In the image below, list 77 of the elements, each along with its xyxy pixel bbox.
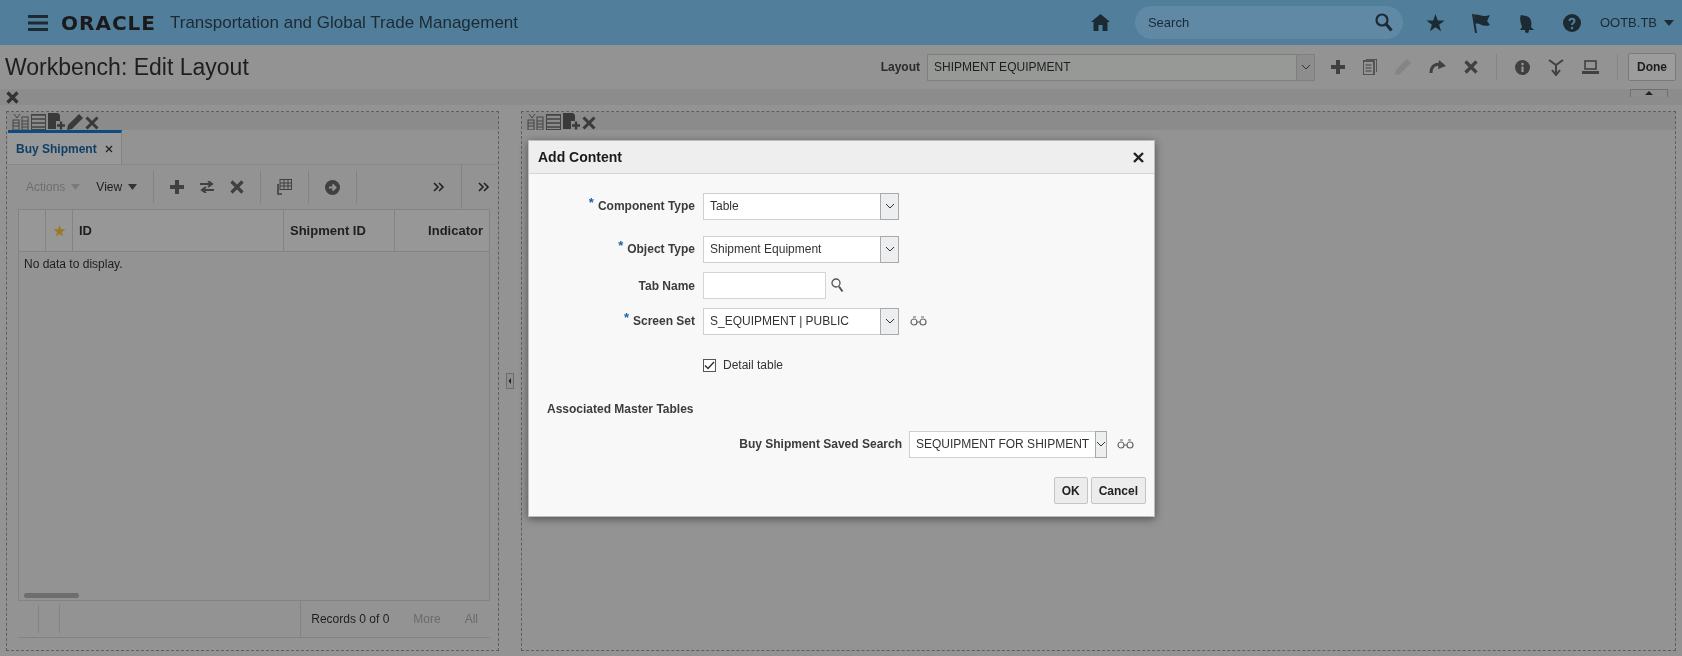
- delete-icon[interactable]: [1464, 60, 1478, 74]
- field-label: Component Type: [597, 199, 695, 213]
- overflow-icon[interactable]: [433, 182, 445, 192]
- menu-icon[interactable]: [28, 14, 48, 31]
- field-label: Tab Name: [638, 278, 695, 293]
- chevron-icon: [884, 246, 895, 252]
- logo: ORACLE: [61, 10, 156, 35]
- laptop-icon[interactable]: [1582, 60, 1599, 74]
- input-field[interactable]: [703, 272, 826, 299]
- list-icon[interactable]: [546, 114, 561, 130]
- close-icon[interactable]: [104, 144, 113, 153]
- star-icon[interactable]: [52, 224, 66, 237]
- add-icon[interactable]: [170, 180, 185, 194]
- record-count: Records 0 of 0: [311, 612, 390, 626]
- caret-icon: [128, 184, 138, 190]
- close-icon[interactable]: [1133, 151, 1144, 163]
- column-header[interactable]: ID: [73, 210, 284, 251]
- required-mark: *: [623, 310, 629, 325]
- field-label: Screen Set: [632, 314, 695, 328]
- redo-icon[interactable]: [1429, 60, 1446, 74]
- download-icon[interactable]: [1548, 58, 1564, 76]
- required-mark: *: [588, 195, 594, 210]
- help-icon[interactable]: [1562, 13, 1581, 32]
- collapse-icon[interactable]: [1630, 89, 1668, 97]
- dropdown[interactable]: Table: [703, 192, 899, 220]
- chevron-icon: [1096, 441, 1107, 447]
- home-icon[interactable]: [1090, 14, 1110, 31]
- column-header[interactable]: Indicator: [395, 210, 489, 251]
- page-title: Workbench: Edit Layout: [5, 53, 249, 81]
- star-icon[interactable]: [1425, 13, 1445, 32]
- field-label: Object Type: [627, 242, 695, 256]
- swap-icon[interactable]: [200, 181, 215, 193]
- copy-icon[interactable]: [1363, 59, 1377, 75]
- dialog-button[interactable]: Cancel: [1090, 477, 1146, 504]
- collapse-icon[interactable]: [506, 373, 514, 389]
- user-menu[interactable]: OOTB.TB: [1599, 15, 1674, 30]
- columns-icon[interactable]: [527, 114, 544, 130]
- dialog-button[interactable]: OK: [1053, 477, 1088, 504]
- add-document-icon[interactable]: [48, 113, 65, 130]
- columns-icon[interactable]: [12, 114, 29, 130]
- glasses-icon[interactable]: [1117, 439, 1134, 449]
- search-field[interactable]: Search: [1134, 6, 1403, 39]
- product-name: Transportation and Global Trade Management: [169, 12, 519, 33]
- done-button[interactable]: Done: [1628, 53, 1676, 81]
- empty-message: No data to display.: [24, 257, 124, 271]
- layout-label: Layout: [880, 60, 920, 74]
- column-header[interactable]: Shipment ID: [284, 210, 395, 251]
- tab[interactable]: Buy Shipment: [8, 130, 122, 164]
- dropdown[interactable]: Shipment Equipment: [703, 235, 899, 263]
- caret-icon: [1664, 19, 1674, 26]
- list-icon[interactable]: [31, 114, 46, 130]
- chevron-icon: [884, 318, 895, 324]
- search-icon[interactable]: [1374, 13, 1393, 32]
- caret-icon: [71, 184, 81, 190]
- chevron-icon: [884, 203, 895, 209]
- glasses-icon[interactable]: [910, 316, 927, 326]
- dropdown[interactable]: S_EQUIPMENT | PUBLIC: [703, 307, 899, 335]
- chevron-icon: [1300, 64, 1311, 70]
- checkbox[interactable]: [703, 358, 716, 372]
- delete-icon[interactable]: [230, 180, 245, 194]
- overflow-icon[interactable]: [478, 182, 490, 192]
- add-document-icon[interactable]: [563, 113, 580, 130]
- field-label: Buy Shipment Saved Search: [738, 437, 903, 451]
- required-mark: *: [618, 238, 624, 253]
- flag-icon[interactable]: [1470, 12, 1491, 33]
- search-icon[interactable]: [831, 278, 844, 293]
- checkbox-label: Detail table: [723, 358, 784, 372]
- info-icon[interactable]: [1515, 59, 1530, 75]
- add-icon[interactable]: [1331, 60, 1345, 74]
- scrollbar[interactable]: [24, 593, 79, 598]
- dropdown[interactable]: SEQUIPMENT FOR SHIPMENT: [909, 430, 1106, 458]
- go-icon[interactable]: [325, 179, 341, 195]
- table-icon[interactable]: [277, 179, 293, 195]
- menu-button[interactable]: View: [96, 180, 138, 194]
- layout-select[interactable]: SHIPMENT EQUIPMENT: [927, 53, 1315, 81]
- section-heading: Associated Master Tables: [547, 402, 695, 416]
- dialog-title: Add Content: [538, 149, 622, 165]
